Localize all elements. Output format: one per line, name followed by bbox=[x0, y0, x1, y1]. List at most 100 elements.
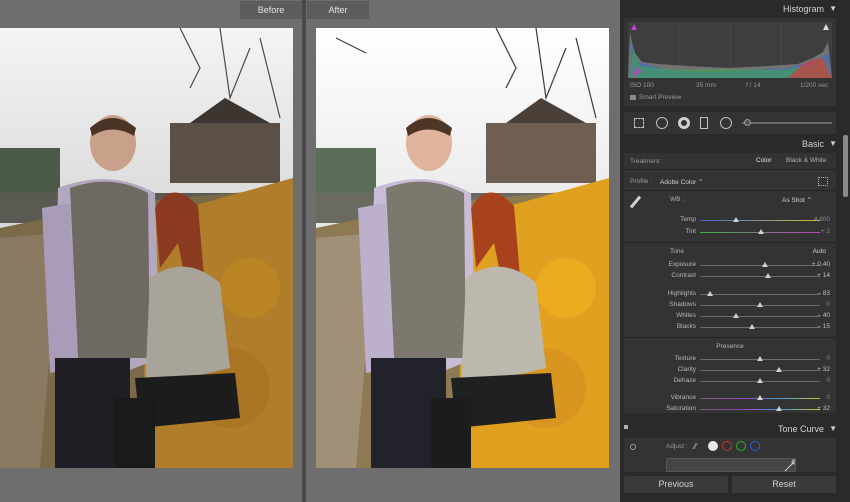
shadows-value[interactable]: 0 bbox=[826, 301, 830, 308]
highlights-slider-row[interactable]: Highlights – 83 bbox=[624, 289, 836, 299]
dehaze-value[interactable]: 0 bbox=[826, 377, 830, 384]
blacks-label: Blacks bbox=[676, 323, 696, 330]
clarity-track[interactable] bbox=[700, 370, 820, 371]
point-curve-white-icon[interactable] bbox=[708, 441, 718, 451]
basic-header[interactable]: Basic ▼ bbox=[624, 136, 840, 152]
vibrance-value[interactable]: 0 bbox=[826, 394, 830, 401]
parametric-curve-icon[interactable]: ⁄⁄ bbox=[694, 442, 697, 451]
highlights-thumb[interactable] bbox=[706, 291, 713, 296]
temp-label: Temp bbox=[680, 216, 696, 223]
contrast-track[interactable] bbox=[700, 276, 820, 277]
target-adjust-icon[interactable] bbox=[630, 444, 636, 450]
graduated-filter-icon[interactable] bbox=[700, 117, 708, 129]
shadows-thumb[interactable] bbox=[757, 302, 763, 307]
vibrance-thumb[interactable] bbox=[757, 395, 763, 400]
focal-length-value: 35 mm bbox=[696, 82, 716, 89]
highlights-value[interactable]: – 83 bbox=[817, 290, 830, 297]
dehaze-label: Dehaze bbox=[673, 377, 696, 384]
radial-filter-icon[interactable] bbox=[720, 117, 732, 129]
dehaze-slider-row[interactable]: Dehaze 0 bbox=[624, 376, 836, 386]
auto-tone-button[interactable]: Auto bbox=[813, 248, 826, 255]
tone-curve-graph[interactable] bbox=[666, 458, 796, 472]
curve-line bbox=[784, 459, 795, 471]
clarity-slider-row[interactable]: Clarity + 32 bbox=[624, 365, 836, 375]
tone-curve-header[interactable]: Tone Curve ▼ bbox=[624, 421, 840, 437]
shadows-label: Shadows bbox=[669, 301, 696, 308]
whites-track[interactable] bbox=[700, 316, 820, 317]
eyedropper-icon[interactable] bbox=[629, 195, 642, 209]
brush-size-thumb[interactable] bbox=[744, 119, 751, 126]
contrast-value[interactable]: + 14 bbox=[817, 272, 830, 279]
whites-label: Whites bbox=[676, 312, 696, 319]
tint-thumb[interactable] bbox=[758, 229, 765, 234]
saturation-slider-row[interactable]: Saturation + 32 bbox=[624, 404, 836, 414]
saturation-thumb[interactable] bbox=[776, 406, 783, 411]
exposure-track[interactable] bbox=[700, 265, 820, 266]
crop-tool-icon[interactable] bbox=[634, 118, 644, 128]
point-curve-blue-icon[interactable] bbox=[750, 441, 760, 451]
collapse-arrow-icon[interactable]: ▼ bbox=[829, 1, 837, 17]
clarity-thumb[interactable] bbox=[776, 367, 783, 372]
before-photo[interactable] bbox=[0, 28, 293, 468]
blacks-value[interactable]: – 15 bbox=[817, 323, 830, 330]
treatment-label: Treatment : bbox=[630, 158, 663, 165]
blacks-slider-row[interactable]: Blacks – 15 bbox=[624, 322, 836, 332]
temp-thumb[interactable] bbox=[733, 217, 739, 222]
shadows-slider-row[interactable]: Shadows 0 bbox=[624, 300, 836, 310]
highlights-label: Highlights bbox=[667, 290, 696, 297]
basic-panel: Treatment : Color Black & White Profile … bbox=[624, 153, 836, 413]
profile-browser-icon[interactable] bbox=[818, 177, 828, 186]
after-photo[interactable] bbox=[316, 28, 609, 468]
point-curve-red-icon[interactable] bbox=[722, 441, 732, 451]
brush-size-slider[interactable] bbox=[742, 122, 832, 124]
reset-button[interactable]: Reset bbox=[732, 476, 836, 493]
histogram-header[interactable]: Histogram ▼ bbox=[624, 1, 840, 17]
highlights-track[interactable] bbox=[700, 294, 820, 295]
tint-slider-row[interactable]: Tint + 2 bbox=[624, 227, 836, 237]
point-curve-green-icon[interactable] bbox=[736, 441, 746, 451]
saturation-label: Saturation bbox=[666, 405, 696, 412]
wb-label: WB : bbox=[670, 196, 685, 203]
red-eye-icon[interactable] bbox=[678, 117, 690, 129]
panel-scrollbar[interactable] bbox=[843, 135, 848, 197]
blacks-thumb[interactable] bbox=[748, 324, 755, 329]
blacks-track[interactable] bbox=[700, 327, 820, 328]
temp-track[interactable] bbox=[700, 220, 820, 221]
dehaze-thumb[interactable] bbox=[757, 378, 763, 383]
develop-panel: Histogram ▼ ISO 100 35 mm f / 14 1/200 s… bbox=[620, 0, 850, 502]
collapse-arrow-icon[interactable]: ▼ bbox=[829, 136, 837, 152]
contrast-thumb[interactable] bbox=[765, 273, 772, 278]
histogram-title: Histogram bbox=[782, 4, 824, 14]
collapse-arrow-icon[interactable]: ▼ bbox=[829, 421, 837, 437]
tool-strip bbox=[624, 112, 836, 134]
texture-slider-row[interactable]: Texture 0 bbox=[624, 354, 836, 364]
spot-removal-icon[interactable] bbox=[656, 117, 668, 129]
divider bbox=[624, 190, 836, 191]
compare-divider[interactable] bbox=[302, 0, 306, 502]
profile-select[interactable]: Adobe Color ⌃ bbox=[660, 178, 703, 186]
whites-value[interactable]: – 40 bbox=[817, 312, 830, 319]
tone-curve-title: Tone Curve bbox=[777, 424, 824, 434]
treatment-color-button[interactable]: Color bbox=[756, 157, 772, 164]
tint-value[interactable]: + 2 bbox=[821, 228, 830, 235]
clarity-value[interactable]: + 32 bbox=[817, 366, 830, 373]
exposure-slider-row[interactable]: Exposure + 0.40 bbox=[624, 260, 836, 270]
texture-thumb[interactable] bbox=[757, 356, 763, 361]
basic-title: Basic bbox=[801, 139, 824, 149]
vibrance-slider-row[interactable]: Vibrance 0 bbox=[624, 393, 836, 403]
temp-slider-row[interactable]: Temp 4,800 bbox=[624, 215, 836, 225]
temp-value[interactable]: 4,800 bbox=[814, 216, 830, 223]
exposure-thumb[interactable] bbox=[761, 262, 768, 267]
saturation-track[interactable] bbox=[700, 409, 820, 410]
whites-slider-row[interactable]: Whites – 40 bbox=[624, 311, 836, 321]
treatment-bw-button[interactable]: Black & White bbox=[786, 157, 826, 164]
smart-preview-label[interactable]: Smart Preview bbox=[639, 94, 681, 101]
after-photo-image bbox=[316, 28, 609, 468]
contrast-slider-row[interactable]: Contrast + 14 bbox=[624, 271, 836, 281]
saturation-value[interactable]: + 32 bbox=[817, 405, 830, 412]
texture-value[interactable]: 0 bbox=[826, 355, 830, 362]
whites-thumb[interactable] bbox=[733, 313, 739, 318]
previous-button[interactable]: Previous bbox=[624, 476, 728, 493]
exposure-value[interactable]: + 0.40 bbox=[812, 261, 830, 268]
wb-select[interactable]: As Shot ⌃ bbox=[782, 196, 812, 204]
